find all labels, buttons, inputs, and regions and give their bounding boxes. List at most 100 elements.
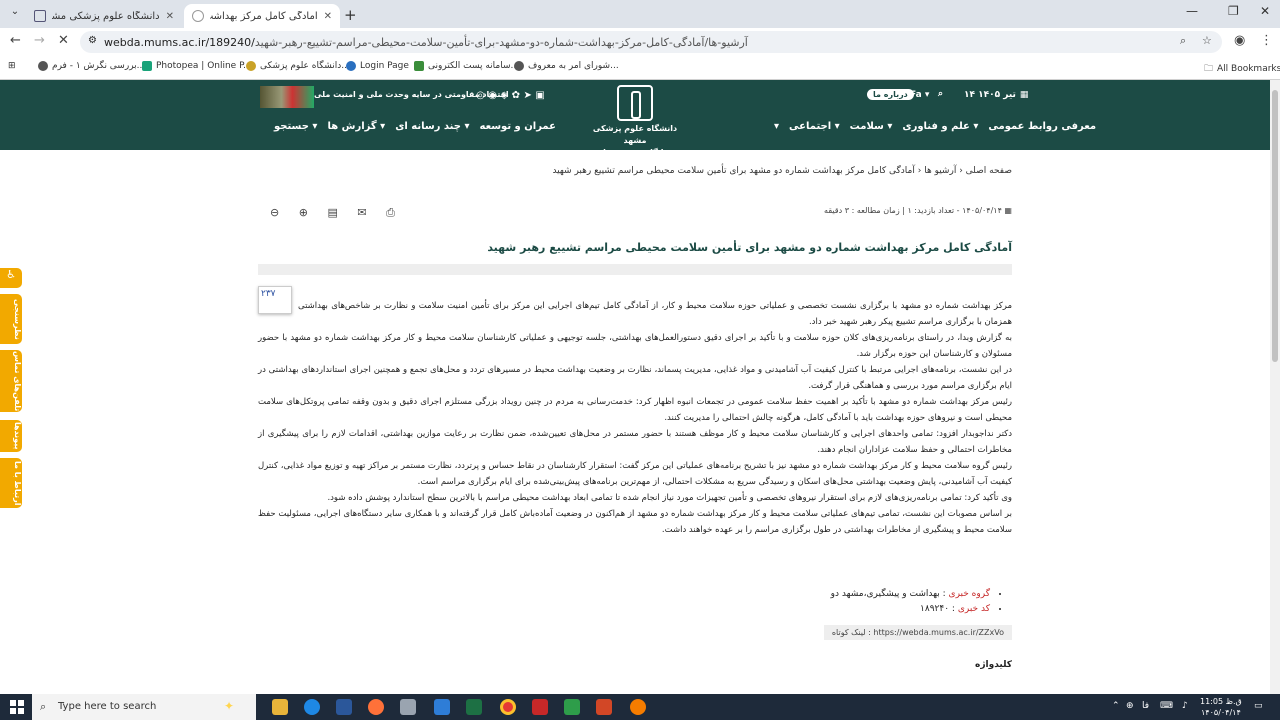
- sparkle-icon[interactable]: ✦: [224, 699, 240, 715]
- bookmark-item[interactable]: شورای امر به معروف...: [514, 61, 619, 71]
- bookmark-star-icon[interactable]: ☆: [1202, 34, 1212, 47]
- login-icon: [346, 61, 356, 71]
- chevron-left-icon: ‹: [956, 166, 963, 176]
- paragraph: به گزارش وبدا، در راستای برنامه‌ریزی‌های…: [258, 333, 1012, 359]
- main-menu-right: معرفی روابط عمومی▾ علم و فناوری▾ سلامت▾ …: [774, 121, 1097, 132]
- bookmark-item[interactable]: Photopea | Online P...: [142, 61, 252, 71]
- paragraph: رئیس گروه سلامت محیط و کار مرکز بهداشت ش…: [258, 461, 1012, 487]
- email-icon[interactable]: ✉: [357, 206, 366, 219]
- article-body: مرکز بهداشت شماره دو مشهد با برگزاری نشس…: [258, 298, 1012, 538]
- paragraph: وی تأکید کرد: تمامی برنامه‌ریزی‌های لازم…: [327, 493, 1012, 503]
- stop-loading-icon[interactable]: ✕: [58, 33, 69, 48]
- mail-icon: [414, 61, 424, 71]
- zoom-out-icon[interactable]: ⊖: [270, 206, 279, 219]
- address-bar[interactable]: ⚙ webda.mums.ac.ir/189240/ آرشیو-ها/آماد…: [80, 31, 1222, 53]
- network-icon[interactable]: ⊕: [1126, 701, 1134, 711]
- article-facts: گروه خبری : بهداشت و پیشگیری،مشهد دو کد …: [831, 587, 1012, 617]
- edge-icon[interactable]: [304, 699, 320, 715]
- article-tools: ⊖ ⊕ ▤ ✉ ⎙: [270, 206, 411, 220]
- divider: [258, 264, 1012, 275]
- breadcrumb: صفحه اصلی ‹ آرشیو ها ‹ آمادگی کامل مرکز …: [552, 166, 1012, 176]
- profile-icon[interactable]: ◉: [1234, 33, 1245, 48]
- app-icon[interactable]: [434, 699, 450, 715]
- search-icon[interactable]: ⌕: [938, 89, 943, 99]
- print-icon[interactable]: ⎙: [386, 206, 395, 219]
- tab-article[interactable]: آمادگی کامل مرکز بهداشت شماره ✕: [184, 4, 340, 28]
- pdf-icon[interactable]: ▤: [327, 206, 337, 219]
- powerpoint-icon[interactable]: [596, 699, 612, 715]
- slogan: اقتصاد مقاومتی در سایه وحدت ملی و امنیت …: [314, 90, 509, 99]
- tab-mums-home[interactable]: دانشگاه علوم پزشکی مشهد - دان... ✕: [26, 4, 182, 28]
- mums-emblem-icon: [617, 85, 653, 121]
- breadcrumb-home[interactable]: صفحه اصلی: [966, 166, 1012, 176]
- volume-icon[interactable]: ♪: [1182, 701, 1188, 711]
- chrome-icon[interactable]: [500, 699, 516, 715]
- side-tab-poll[interactable]: نظرسنجی: [0, 294, 22, 344]
- instagram-icon[interactable]: ▣: [535, 90, 544, 101]
- article-meta: ▦ ۱۴۰۵/۰۴/۱۴ - تعداد بازدید: ۱ | زمان مط…: [824, 206, 1012, 215]
- minimize-button[interactable]: —: [1186, 4, 1198, 18]
- windows-start-icon[interactable]: [10, 700, 24, 714]
- site-logo[interactable]: دانشگاه علوم پزشکی مشهد پایگاه خبری وبدا: [590, 85, 680, 159]
- loading-icon: [192, 10, 204, 22]
- menu-item[interactable]: چند رسانه ای: [395, 121, 461, 132]
- excel-icon[interactable]: [466, 699, 482, 715]
- firefox-icon[interactable]: [368, 699, 384, 715]
- taskbar-clock[interactable]: ق.ظ 11:05 ۱۴۰۵/۰۴/۱۴: [1200, 696, 1242, 718]
- keyboard-icon[interactable]: ⌨: [1160, 701, 1173, 711]
- file-explorer-icon[interactable]: [272, 699, 288, 715]
- site-info-icon[interactable]: ⚙: [88, 35, 97, 46]
- zoom-icon[interactable]: ⌕: [1180, 34, 1186, 48]
- menu-item[interactable]: جستجو: [274, 121, 309, 132]
- paragraph: رئیس مرکز بهداشت شماره دو مشهد با تأکید …: [258, 397, 1012, 423]
- breadcrumb-archive[interactable]: آرشیو ها: [924, 166, 956, 176]
- telegram-icon[interactable]: ➤: [524, 90, 532, 101]
- scrollbar-thumb[interactable]: [1272, 90, 1278, 362]
- menu-item[interactable]: علم و فناوری: [902, 121, 969, 132]
- word-icon[interactable]: [336, 699, 352, 715]
- all-bookmarks[interactable]: 🗀 All Bookmarks: [1204, 61, 1280, 77]
- acrobat-icon[interactable]: [532, 699, 548, 715]
- bookmark-item[interactable]: بررسی نگرش ۱ - فرم...: [38, 61, 145, 71]
- calendar-icon: ▦: [1001, 206, 1012, 215]
- chevron-left-icon: ‹: [914, 166, 922, 176]
- bookmark-item[interactable]: Login Page: [346, 61, 409, 71]
- notification-icon[interactable]: ▭: [1254, 701, 1263, 711]
- menu-kebab-icon[interactable]: ⋮: [1260, 33, 1273, 48]
- menu-item[interactable]: اجتماعی: [789, 121, 831, 132]
- menu-item[interactable]: گزارش ها: [327, 121, 376, 132]
- shield-icon[interactable]: [564, 699, 580, 715]
- new-tab-button[interactable]: +: [344, 6, 357, 24]
- tab-search-icon[interactable]: ⌄: [6, 6, 24, 22]
- zoom-in-icon[interactable]: ⊕: [299, 206, 308, 219]
- rubika-icon[interactable]: ✿: [512, 90, 520, 101]
- taskbar-search[interactable]: ⌕ Type here to search: [32, 694, 256, 720]
- app-icon[interactable]: [630, 699, 646, 715]
- side-tab-contact-us[interactable]: ارتباط با ما: [0, 458, 22, 508]
- app-icon[interactable]: [400, 699, 416, 715]
- globe-icon: [38, 61, 48, 71]
- menu-item[interactable]: معرفی روابط عمومی: [988, 121, 1096, 132]
- bookmark-item[interactable]: دانشگاه علوم پزشکی...: [246, 61, 350, 71]
- mums-icon: [246, 61, 256, 71]
- page-scrollbar[interactable]: [1270, 80, 1280, 694]
- side-tab-links[interactable]: پیوندها: [0, 420, 22, 452]
- side-tab-contacts[interactable]: تلفن‌های تماس: [0, 350, 22, 412]
- close-window-button[interactable]: ✕: [1260, 4, 1270, 18]
- bookmark-item[interactable]: سامانه پست الکترونی...: [414, 61, 519, 71]
- apps-grid-icon[interactable]: ⊞: [8, 61, 16, 71]
- search-icon: ⌕: [40, 700, 47, 713]
- close-tab-icon[interactable]: ✕: [166, 11, 174, 22]
- accessibility-icon[interactable]: ♿: [0, 268, 22, 288]
- tray-chevron-icon[interactable]: ⌃: [1112, 701, 1120, 711]
- restore-button[interactable]: ❐: [1228, 4, 1239, 18]
- menu-item[interactable]: عمران و توسعه: [480, 121, 556, 132]
- language-indicator[interactable]: فا: [1142, 701, 1149, 711]
- forward-arrow-icon[interactable]: →: [34, 33, 45, 48]
- short-link[interactable]: https://webda.mums.ac.ir/ZZxVo : لینک کو…: [823, 625, 1012, 640]
- menu-item[interactable]: سلامت: [850, 121, 884, 132]
- about-button[interactable]: درباره ما: [867, 89, 914, 100]
- back-arrow-icon[interactable]: ←: [10, 33, 21, 48]
- tab-strip: ⌄ دانشگاه علوم پزشکی مشهد - دان... ✕ آما…: [0, 0, 1280, 28]
- close-tab-icon[interactable]: ✕: [324, 11, 332, 22]
